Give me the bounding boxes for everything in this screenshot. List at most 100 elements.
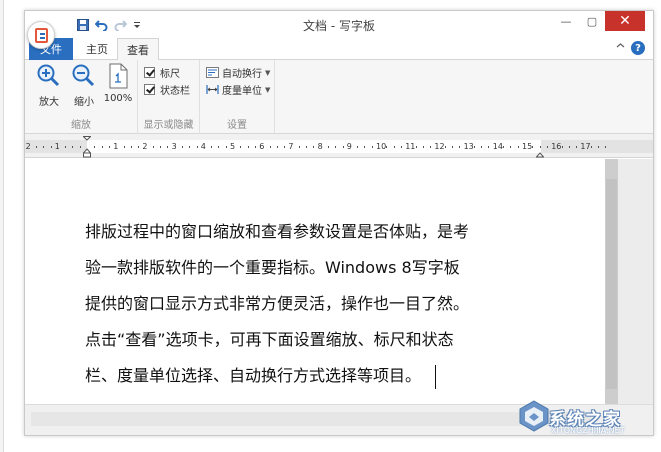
ruler-tick xyxy=(218,146,219,148)
statusbar-option-label: 状态栏 xyxy=(160,86,190,97)
ruler-tick xyxy=(503,146,504,148)
ruler-tick xyxy=(416,146,417,148)
settings-group: 自动换行 ▼ 度量单位 ▼ 设置 xyxy=(200,60,275,134)
ruler-tick xyxy=(65,146,66,148)
ruler-tick xyxy=(518,146,519,148)
background-window-edge xyxy=(0,0,4,452)
ruler-tick xyxy=(576,146,577,148)
wordpad-app-icon[interactable] xyxy=(27,21,55,49)
watermark-subtext: XITONGZHIJIA.NET xyxy=(551,426,625,435)
document-line: 排版过程中的窗口缩放和查看参数设置是否体贴，是考 xyxy=(85,222,470,241)
ruler-number: 1 xyxy=(54,142,60,151)
statusbar-checkbox-row[interactable]: 状态栏 xyxy=(144,82,190,97)
ruler-tick xyxy=(510,146,511,148)
ruler-tick xyxy=(306,146,307,148)
ruler-tick xyxy=(160,146,161,148)
help-button[interactable]: ? xyxy=(631,41,645,55)
ruler-number: 7 xyxy=(288,142,294,151)
zoom-group-label: 缩放 xyxy=(71,120,91,131)
measure-unit-icon xyxy=(206,84,219,95)
ruler-tick xyxy=(562,146,563,148)
ruler-tick xyxy=(197,146,198,148)
close-button[interactable]: ✕ xyxy=(605,11,645,31)
zoom-in-button[interactable]: 放大 xyxy=(34,63,64,109)
maximize-button[interactable]: ▢ xyxy=(579,11,605,31)
ruler-tick xyxy=(109,146,110,148)
tab-view[interactable]: 查看 xyxy=(117,38,159,61)
wordpad-window: 文档 - 写字板 — ▢ ✕ 文件 主页 查看 ? 放大 缩小 100% 缩放 … xyxy=(24,10,654,436)
text-cursor xyxy=(435,364,437,389)
ruler-number: 1 xyxy=(113,142,119,151)
ribbon-panel: 放大 缩小 100% 缩放 标尺 状态栏 显示或隐藏 自动换行 ▼ 度量单位 ▼… xyxy=(25,60,653,134)
horizontal-scroll-track[interactable] xyxy=(31,412,591,426)
ruler-tick xyxy=(255,146,256,148)
ruler-number: 14 xyxy=(492,142,503,151)
ruler-number: 8 xyxy=(317,142,323,151)
ruler-tick xyxy=(394,146,395,148)
ruler-tick xyxy=(240,146,241,148)
ruler-number: 12 xyxy=(434,142,445,151)
window-controls: — ▢ ✕ xyxy=(553,11,645,31)
ruler-tick xyxy=(299,146,300,148)
ruler-tick xyxy=(423,146,424,148)
right-indent-marker-icon[interactable] xyxy=(535,147,545,158)
ruler-option-label: 标尺 xyxy=(160,69,180,80)
ruler-tick xyxy=(445,146,446,148)
ruler-number: 4 xyxy=(200,142,206,151)
zoom-in-icon xyxy=(36,63,62,89)
ruler[interactable]: 2 1 1 2 3 4 5 6 7 8 9 10 11 12 13 14 15 16 17 xyxy=(25,134,653,158)
ruler-tick xyxy=(598,146,599,148)
measure-unit-dropdown[interactable]: 度量单位 ▼ xyxy=(206,82,270,97)
ruler-tick xyxy=(532,146,533,148)
ruler-tick xyxy=(488,146,489,148)
ruler-tick xyxy=(72,146,73,148)
zoom-100-button[interactable]: 100% xyxy=(103,63,133,109)
ruler-tick xyxy=(51,146,52,148)
zoom-out-button[interactable]: 缩小 xyxy=(69,63,99,109)
watermark: 系统之家 XITONGZHIJIA.NET xyxy=(515,397,657,437)
vertical-scrollbar[interactable] xyxy=(605,159,618,404)
ruler-number: 6 xyxy=(259,142,265,151)
ruler-tick xyxy=(372,146,373,148)
document-text[interactable]: 排版过程中的窗口缩放和查看参数设置是否体贴，是考 验一款排版软件的一个重要指标。… xyxy=(85,214,555,394)
document-line: 提供的窗口显示方式非常方便灵活，操作也一目了然。 xyxy=(85,294,470,313)
ruler-tick xyxy=(138,146,139,148)
measure-unit-label: 度量单位 xyxy=(222,86,262,97)
collapse-ribbon-icon[interactable] xyxy=(616,42,625,52)
ruler-number: 3 xyxy=(171,142,177,151)
tab-home[interactable]: 主页 xyxy=(77,38,117,60)
zoom-out-label: 缩小 xyxy=(74,97,94,108)
ruler-tick xyxy=(364,146,365,148)
show-hide-group-label: 显示或隐藏 xyxy=(143,120,194,131)
ruler-checkbox[interactable] xyxy=(144,67,155,78)
word-wrap-dropdown[interactable]: 自动换行 ▼ xyxy=(206,65,270,80)
ruler-tick xyxy=(277,146,278,148)
document-last-line: 栏、度量单位选择、自动换行方式选择等项目。 xyxy=(85,358,555,394)
ruler-tick xyxy=(313,146,314,148)
document-line: 点击“查看”选项卡，可再下面设置缩放、标尺和状态 xyxy=(85,330,454,349)
ruler-tick xyxy=(226,146,227,148)
zoom-in-label: 放大 xyxy=(39,97,59,108)
document-line: 栏、度量单位选择、自动换行方式选择等项目。 xyxy=(85,366,422,385)
zoom-out-icon xyxy=(71,63,97,89)
watermark-logo-icon xyxy=(519,400,549,432)
ruler-tick xyxy=(167,146,168,148)
scrollbar-thumb[interactable] xyxy=(606,179,617,389)
ruler-tick xyxy=(459,146,460,148)
ruler-number: 2 xyxy=(142,142,148,151)
ruler-tick xyxy=(547,146,548,148)
wordpad-logo-icon xyxy=(35,28,48,43)
word-wrap-label: 自动换行 xyxy=(222,69,262,80)
ruler-checkbox-row[interactable]: 标尺 xyxy=(144,65,180,80)
statusbar-checkbox[interactable] xyxy=(144,84,155,95)
settings-group-label: 设置 xyxy=(227,120,247,131)
indent-marker-icon[interactable] xyxy=(82,136,92,158)
minimize-button[interactable]: — xyxy=(553,11,579,31)
ruler-tick xyxy=(211,146,212,148)
ruler-tick xyxy=(284,146,285,148)
ruler-tick xyxy=(343,146,344,148)
document-area[interactable]: 排版过程中的窗口缩放和查看参数设置是否体贴，是考 验一款排版软件的一个重要指标。… xyxy=(25,159,605,404)
ruler-number: 17 xyxy=(580,142,591,151)
ruler-tick xyxy=(182,146,183,148)
zoom-group: 放大 缩小 100% 缩放 xyxy=(25,60,138,134)
